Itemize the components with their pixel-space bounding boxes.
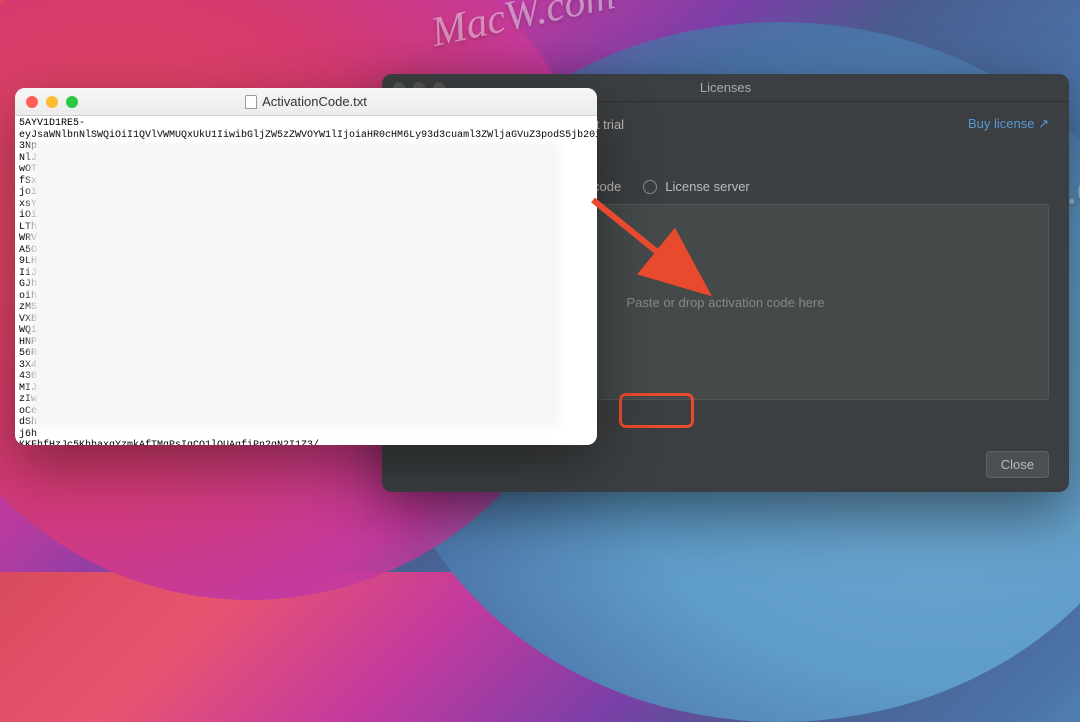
titlebar: ActivationCode.txt bbox=[15, 88, 597, 116]
placeholder-text: Paste or drop activation code here bbox=[626, 295, 824, 310]
window-maximize-icon[interactable] bbox=[66, 96, 78, 108]
radio-label: License server bbox=[665, 179, 750, 194]
close-button[interactable]: Close bbox=[986, 451, 1049, 478]
radio-license-server[interactable]: License server bbox=[643, 179, 750, 194]
document-icon bbox=[245, 95, 257, 109]
radio-icon bbox=[643, 180, 657, 194]
dialog-title: Licenses bbox=[700, 80, 751, 95]
buy-license-link[interactable]: Buy license ↗ bbox=[968, 116, 1049, 132]
window-close-icon[interactable] bbox=[26, 96, 38, 108]
window-title: ActivationCode.txt bbox=[262, 94, 367, 109]
blur-overlay bbox=[30, 142, 560, 427]
window-minimize-icon[interactable] bbox=[46, 96, 58, 108]
